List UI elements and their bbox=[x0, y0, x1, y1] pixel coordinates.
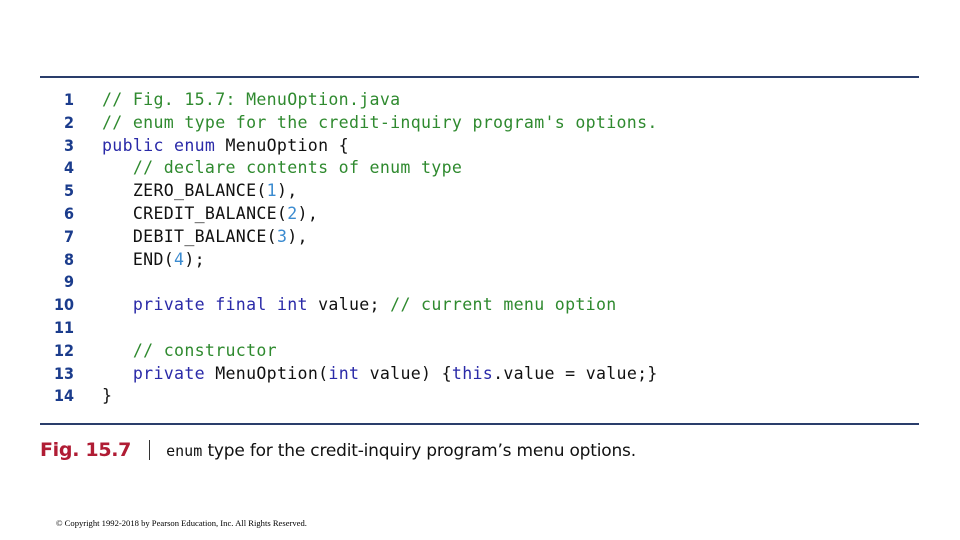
code-line: 11 bbox=[40, 317, 920, 340]
figure-caption: Fig. 15.7 enum type for the credit-inquir… bbox=[40, 436, 636, 464]
code-text: // constructor bbox=[102, 340, 277, 363]
code-line: 5 ZERO_BALANCE(1), bbox=[40, 180, 920, 203]
caption-code-word: enum bbox=[166, 442, 203, 460]
code-token-number: 4 bbox=[174, 249, 185, 269]
code-token-plain: .value = value;} bbox=[493, 363, 658, 383]
code-token-number: 2 bbox=[287, 203, 298, 223]
code-token-keyword: public enum bbox=[102, 135, 226, 155]
line-number: 3 bbox=[63, 135, 74, 155]
line-number: 4 bbox=[63, 158, 74, 178]
code-text: private final int value; // current menu… bbox=[102, 294, 617, 317]
code-line: 8 END(4); bbox=[40, 249, 920, 272]
line-number: 8 bbox=[63, 249, 74, 269]
code-line: 9 bbox=[40, 271, 920, 294]
caption-text: type for the credit-inquiry program’s me… bbox=[202, 441, 636, 461]
line-number: 2 bbox=[63, 112, 74, 132]
code-line: 4 // declare contents of enum type bbox=[40, 157, 920, 180]
line-number: 9 bbox=[63, 272, 74, 292]
bottom-rule bbox=[40, 423, 919, 425]
code-token-plain: MenuOption( bbox=[215, 363, 329, 383]
code-text: END(4); bbox=[102, 249, 205, 272]
code-text: public enum MenuOption { bbox=[102, 135, 349, 158]
code-token-plain: MenuOption { bbox=[225, 135, 349, 155]
code-text: // declare contents of enum type bbox=[102, 157, 462, 180]
top-rule bbox=[40, 76, 919, 78]
copyright-notice: © Copyright 1992-2018 by Pearson Educati… bbox=[56, 518, 307, 528]
line-number: 7 bbox=[63, 226, 74, 246]
code-line: 7 DEBIT_BALANCE(3), bbox=[40, 226, 920, 249]
code-token-plain: ); bbox=[184, 249, 205, 269]
code-line: 3 public enum MenuOption { bbox=[40, 135, 920, 158]
code-token-plain: ZERO_BALANCE( bbox=[102, 181, 267, 201]
code-token-plain: value) { bbox=[369, 363, 452, 383]
code-token-plain: value; bbox=[318, 295, 391, 315]
code-text: // Fig. 15.7: MenuOption.java bbox=[102, 89, 400, 112]
code-text: // enum type for the credit-inquiry prog… bbox=[102, 112, 658, 135]
code-listing: 1 // Fig. 15.7: MenuOption.java 2 // enum t… bbox=[40, 89, 920, 408]
code-token-plain: ), bbox=[297, 203, 319, 223]
code-token-number: 1 bbox=[266, 181, 277, 201]
code-token-keyword: private bbox=[132, 363, 216, 383]
code-line: 2 // enum type for the credit-inquiry pro… bbox=[40, 112, 920, 135]
code-token-plain: END( bbox=[102, 249, 175, 269]
code-text: } bbox=[102, 385, 112, 408]
code-line: 13 private MenuOption(int value) {this.v… bbox=[40, 363, 920, 386]
line-number: 10 bbox=[53, 295, 74, 315]
line-number: 1 bbox=[63, 90, 74, 109]
code-line: 14} bbox=[40, 385, 920, 408]
caption-separator bbox=[149, 439, 151, 460]
code-token-keyword: this bbox=[451, 363, 494, 383]
code-token-plain: ), bbox=[287, 226, 308, 246]
code-token-plain: } bbox=[102, 386, 113, 406]
code-text: private MenuOption(int value) {this.valu… bbox=[102, 363, 658, 386]
code-token-number: 3 bbox=[276, 226, 288, 246]
code-token-keyword: int bbox=[328, 363, 370, 383]
line-number: 11 bbox=[53, 317, 74, 337]
line-number: 12 bbox=[53, 340, 74, 360]
line-number: 6 bbox=[63, 203, 74, 223]
code-token-comment: // declare contents of enum type bbox=[132, 158, 463, 178]
code-token-comment: // constructor bbox=[132, 340, 277, 360]
code-token-comment: // current menu option bbox=[390, 295, 617, 315]
code-token-comment: // enum type for the credit-inquiry prog… bbox=[102, 112, 658, 132]
code-token-plain: CREDIT_BALANCE( bbox=[102, 203, 288, 223]
code-token-plain: ), bbox=[276, 181, 298, 201]
line-number: 14 bbox=[53, 386, 74, 406]
code-text: DEBIT_BALANCE(3), bbox=[102, 226, 308, 249]
code-line: 1 // Fig. 15.7: MenuOption.java bbox=[40, 89, 920, 112]
code-line: 12 // constructor bbox=[40, 340, 920, 363]
code-token-keyword: private final int bbox=[132, 295, 319, 315]
code-line: 10 private final int value; // current m… bbox=[40, 294, 920, 317]
code-line: 6 CREDIT_BALANCE(2), bbox=[40, 203, 920, 226]
code-token-comment: // Fig. 15.7: MenuOption.java bbox=[102, 90, 401, 109]
line-number: 13 bbox=[53, 363, 74, 383]
code-text: ZERO_BALANCE(1), bbox=[102, 180, 298, 203]
code-text: CREDIT_BALANCE(2), bbox=[102, 203, 318, 226]
code-token-plain: DEBIT_BALANCE( bbox=[102, 226, 277, 246]
line-number: 5 bbox=[63, 181, 74, 201]
figure-label: Fig. 15.7 bbox=[40, 439, 132, 461]
